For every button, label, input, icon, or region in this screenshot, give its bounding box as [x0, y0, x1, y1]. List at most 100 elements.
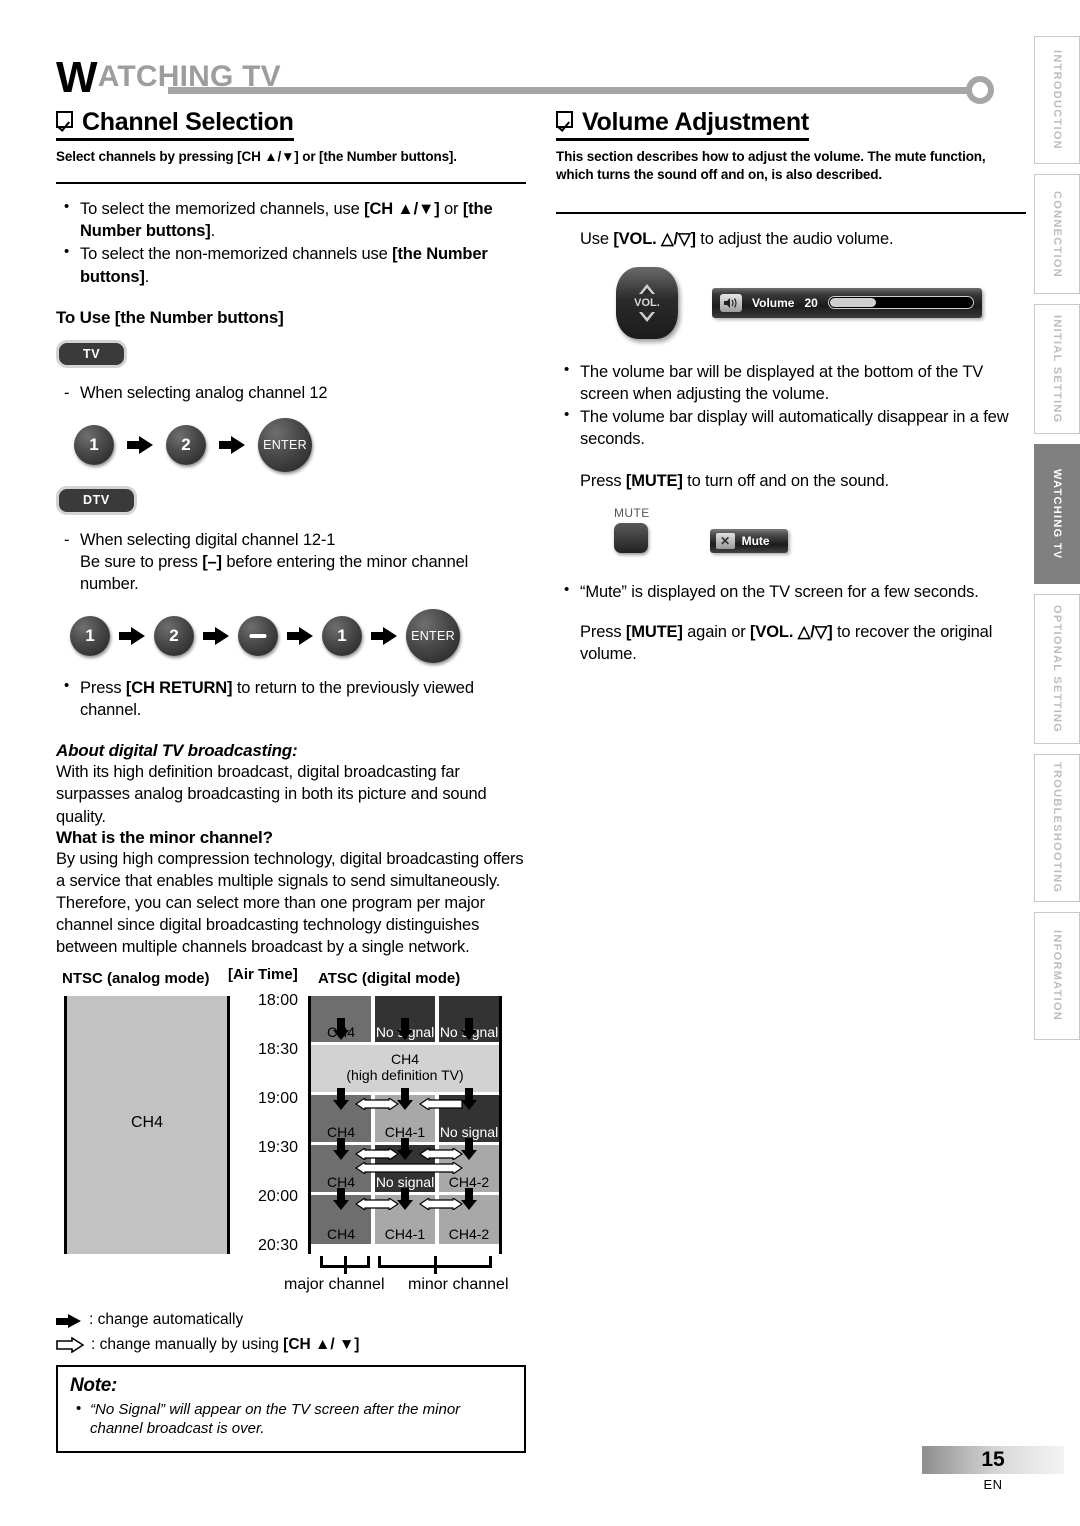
- page-number-bar: 15: [922, 1446, 1064, 1474]
- volume-up-triangle-icon: [639, 283, 655, 294]
- arrow-right-icon: [119, 627, 145, 646]
- manual-change-arrow-icon: [355, 1162, 463, 1175]
- vol-rocker-button: VOL.: [616, 266, 678, 339]
- list-item: Press [CH RETURN] to return to the previ…: [56, 676, 526, 721]
- tab-optional-setting[interactable]: OPTIONAL SETTING: [1034, 594, 1080, 744]
- channel-selection-bullets: To select the memorized channels, use [C…: [56, 197, 526, 287]
- minor-channel-heading: What is the minor channel?: [56, 827, 273, 847]
- minor-channel-paragraph-1: By using high compression technology, di…: [56, 849, 524, 890]
- right-column: Volume Adjustment This section describes…: [556, 108, 1026, 665]
- page-language: EN: [983, 1477, 1003, 1492]
- volume-adjustment-title: Volume Adjustment: [556, 108, 809, 141]
- header-rule: [168, 87, 968, 94]
- auto-change-arrow-icon: [397, 1018, 413, 1041]
- tab-connection[interactable]: CONNECTION: [1034, 174, 1080, 294]
- tab-watching-tv[interactable]: WATCHING TV: [1034, 444, 1080, 584]
- auto-change-arrow-icon: [461, 1018, 477, 1041]
- volume-osd-bar: [827, 296, 974, 310]
- left-column: Channel Selection Select channels by pre…: [56, 108, 526, 1453]
- auto-change-arrow-icon: [397, 1138, 413, 1161]
- analog-instruction: When selecting analog channel 12: [56, 382, 526, 404]
- about-digital-paragraph: With its high definition broadcast, digi…: [56, 763, 487, 826]
- channel-selection-subtitle: Select channels by pressing [CH ▲/▼] or …: [56, 149, 457, 164]
- cell-r2-line2: (high definition TV): [346, 1066, 464, 1083]
- chapter-title-capital: W: [56, 53, 98, 102]
- list-item: The volume bar will be displayed at the …: [556, 360, 1026, 405]
- minor-channel-stem: [434, 1256, 437, 1275]
- airtime-axis: 18:00 18:30 19:00 19:30 20:00 20:30: [236, 992, 302, 1255]
- volume-bullets: The volume bar will be displayed at the …: [556, 360, 1026, 450]
- auto-change-arrow-icon: [333, 1188, 349, 1211]
- key-button-2: 2: [166, 425, 206, 466]
- auto-change-arrow-icon: [461, 1138, 477, 1161]
- airtime-header: [Air Time]: [228, 966, 298, 984]
- note-items: “No Signal” will appear on the TV screen…: [70, 1399, 512, 1439]
- tab-label: INTRODUCTION: [1051, 50, 1063, 150]
- hollow-arrow-icon: [56, 1337, 84, 1354]
- key-button-enter: ENTER: [258, 418, 312, 473]
- ch-return-bullets: Press [CH RETURN] to return to the previ…: [56, 676, 526, 721]
- checkbox-icon: [56, 111, 73, 128]
- mute-illustration-row: MUTE ✕ Mute: [556, 506, 1026, 554]
- minor-channel-label: minor channel: [408, 1276, 509, 1294]
- volume-osd-value: 20: [804, 295, 818, 310]
- analog-key-sequence: 1 2 ENTER: [74, 418, 526, 473]
- time-tick: 18:30: [257, 1041, 298, 1059]
- mute-recover-instruction: Press [MUTE] again or [VOL. △/▽] to reco…: [580, 623, 993, 664]
- auto-change-arrow-icon: [461, 1088, 477, 1111]
- tab-information[interactable]: INFORMATION: [1034, 912, 1080, 1040]
- cell-r2-line1: CH4: [390, 1051, 419, 1068]
- minor-channel-paragraph-2: Therefore, you can select more than one …: [56, 893, 485, 957]
- volume-down-triangle-icon: [639, 311, 655, 322]
- chapter-tab-rail: INTRODUCTION CONNECTION INITIAL SETTING …: [1034, 36, 1080, 1050]
- auto-change-arrow-icon: [333, 1018, 349, 1041]
- diagram-legend: : change automatically : change manually…: [56, 1308, 526, 1358]
- legend-row-auto: : change automatically: [56, 1308, 526, 1333]
- digital-instruction: When selecting digital channel 12-1 Be s…: [56, 529, 526, 595]
- volume-osd-label: Volume: [752, 295, 795, 310]
- ntsc-channel-label: CH4: [130, 1114, 163, 1132]
- channel-selection-title: Channel Selection: [56, 108, 294, 141]
- page-number: 15: [981, 1448, 1005, 1471]
- manual-change-arrow-icon: [355, 1198, 399, 1211]
- about-digital-heading: About digital TV broadcasting:: [56, 741, 298, 761]
- tab-initial-setting[interactable]: INITIAL SETTING: [1034, 304, 1080, 434]
- mute-osd-label: Mute: [741, 534, 770, 549]
- arrow-right-icon: [371, 627, 397, 646]
- list-item: “No Signal” will appear on the TV screen…: [70, 1399, 512, 1439]
- solid-arrow-icon: [56, 1313, 82, 1328]
- key-button-minus: [238, 616, 278, 657]
- volume-osd: Volume 20: [712, 287, 982, 318]
- volume-adjustment-subtitle: This section describes how to adjust the…: [556, 149, 986, 183]
- note-title: Note:: [70, 1374, 118, 1396]
- time-tick: 20:30: [257, 1237, 298, 1255]
- tab-troubleshooting[interactable]: TROUBLESHOOTING: [1034, 754, 1080, 902]
- vol-rocker-label: VOL.: [634, 296, 660, 309]
- tab-label: WATCHING TV: [1051, 468, 1063, 560]
- mute-press-instruction: Press [MUTE] to turn off and on the soun…: [580, 471, 889, 490]
- key-button-1b: 1: [322, 616, 362, 657]
- digital-instruction-line1: When selecting digital channel 12-1: [80, 530, 336, 549]
- time-tick: 19:00: [257, 1090, 298, 1108]
- legend-manual-text: : change manually by using [CH ▲/ ▼]: [91, 1335, 360, 1353]
- tab-label: INITIAL SETTING: [1051, 314, 1063, 424]
- mute-icon: ✕: [715, 533, 735, 550]
- use-vol-instruction: Use [VOL. △/▽] to adjust the audio volum…: [580, 230, 894, 249]
- time-tick: 19:30: [257, 1139, 298, 1157]
- cell-r2-span: CH4 (high definition TV): [311, 1045, 499, 1093]
- speaker-glyph: [724, 297, 737, 308]
- manual-change-arrow-icon: [419, 1198, 463, 1211]
- note-box: Note: “No Signal” will appear on the TV …: [56, 1364, 526, 1453]
- key-button-1: 1: [70, 616, 110, 657]
- page-footer: 15 EN: [922, 1446, 1064, 1492]
- manual-change-arrow-icon: [355, 1098, 399, 1111]
- mute-button-caption: MUTE: [614, 506, 650, 521]
- mute-bullets: “Mute” is displayed on the TV screen for…: [556, 580, 1026, 603]
- list-item: “Mute” is displayed on the TV screen for…: [556, 580, 1026, 603]
- tab-introduction[interactable]: INTRODUCTION: [1034, 36, 1080, 164]
- auto-change-arrow-icon: [333, 1088, 349, 1111]
- air-time-diagram: NTSC (analog mode) [Air Time] ATSC (digi…: [56, 966, 508, 1276]
- tab-label: OPTIONAL SETTING: [1051, 604, 1063, 734]
- auto-change-arrow-icon: [333, 1138, 349, 1161]
- manual-change-arrow-icon: [355, 1148, 399, 1161]
